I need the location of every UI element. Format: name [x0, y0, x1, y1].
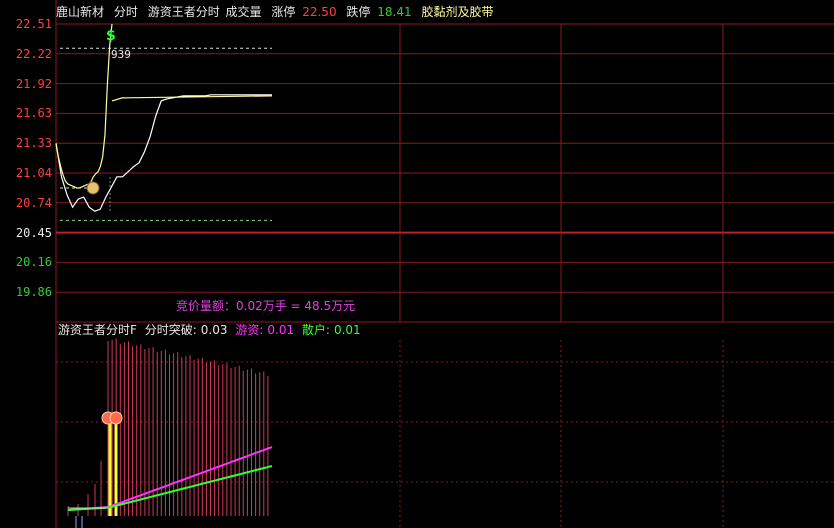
hot-money-value: 0.01 [267, 323, 295, 337]
limit-down-value: 18.41 [377, 5, 412, 19]
avg-price-line [55, 94, 272, 212]
price-tick-label: 19.86 [15, 285, 52, 300]
breakout-label: 分时突破: [144, 323, 197, 337]
dollar-icon: $ [106, 28, 116, 44]
breakout-bar [108, 420, 112, 516]
retail-label: 散户: [301, 323, 330, 337]
header-bar: 鹿山新材 分时 游资王者分时 成交量 涨停 22.50 跌停 18.41 胶黏剂… [56, 4, 499, 20]
price-tick-label: 21.63 [15, 106, 52, 121]
view-mode[interactable]: 分时 [114, 5, 138, 19]
price-tick-label: 21.92 [15, 76, 52, 91]
price-tick-label: 21.04 [15, 166, 52, 180]
money-bag-icon [86, 181, 100, 195]
sub-chart-header: 游资王者分时F 分时突破: 0.03 游资: 0.01 散户: 0.01 [58, 322, 365, 338]
price-tick-label: 22.51 [15, 17, 52, 31]
peach-icon [109, 411, 123, 425]
retail-value: 0.01 [333, 323, 361, 337]
price-line-flat [111, 95, 273, 102]
price-tick-label: 22.22 [15, 46, 52, 61]
indicator-name[interactable]: 游资王者分时 [148, 5, 220, 19]
breakout-bar [114, 420, 118, 516]
breakout-value: 0.03 [200, 323, 228, 337]
auction-volume-text: 竞价量额：0.02万手 = 48.5万元 [176, 299, 356, 313]
price-tick-label: 20.74 [15, 195, 52, 210]
volume-label[interactable]: 成交量 [226, 5, 262, 19]
sector-name[interactable]: 胶黏剂及胶带 [421, 5, 493, 19]
limit-up-value: 22.50 [302, 5, 337, 19]
price-tick-label: 20.45 [15, 225, 52, 240]
price-tick-label: 20.16 [15, 255, 52, 270]
price-tick-label: 21.33 [15, 136, 52, 151]
hot-money-label: 游资: [235, 323, 264, 337]
limit-up-label: 涨停 [271, 5, 296, 19]
stock-name[interactable]: 鹿山新材 [56, 5, 104, 19]
limit-down-label: 跌停 [346, 5, 371, 19]
high-marker-value: 939 [111, 48, 131, 61]
sub-chart-title[interactable]: 游资王者分时F [58, 323, 137, 337]
chart-canvas[interactable]: $ [0, 0, 834, 528]
chart-stage[interactable]: $ 鹿山新材 分时 游资王者分时 成交量 涨停 22.50 跌停 18.41 胶… [0, 0, 834, 528]
